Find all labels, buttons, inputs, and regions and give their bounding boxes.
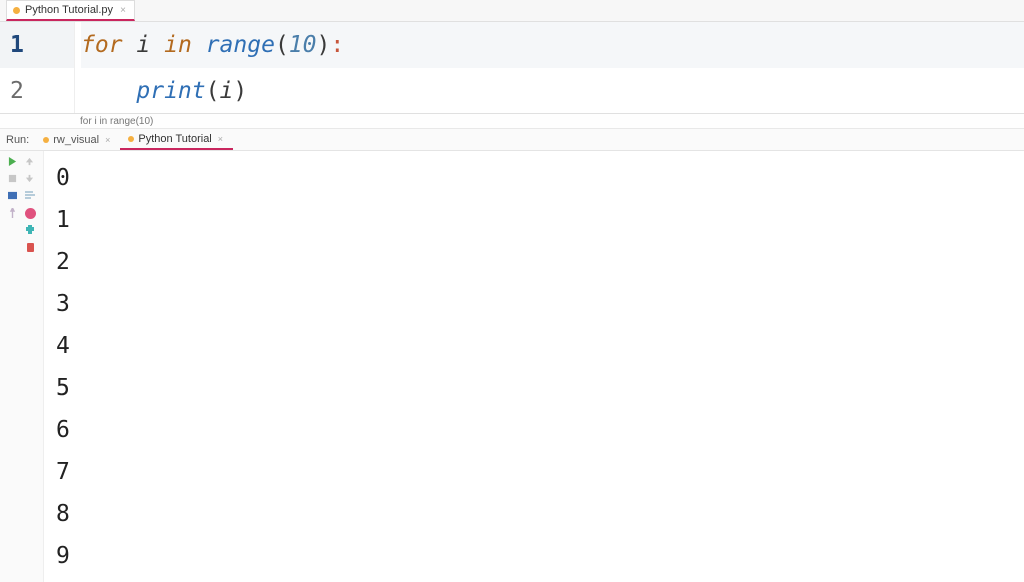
code-line[interactable]: print(i) bbox=[81, 68, 1024, 114]
close-icon[interactable]: × bbox=[118, 5, 128, 16]
output-line: 3 bbox=[56, 283, 1024, 325]
layout-icon[interactable] bbox=[8, 191, 19, 202]
run-tab-label: Python Tutorial bbox=[138, 133, 211, 145]
run-panel-header: Run: rw_visual × Python Tutorial × bbox=[0, 129, 1024, 151]
editor-tab-label: Python Tutorial.py bbox=[25, 4, 113, 16]
stop-icon[interactable] bbox=[8, 174, 19, 185]
pin-icon[interactable] bbox=[8, 208, 19, 219]
output-line: 1 bbox=[56, 199, 1024, 241]
output-line: 9 bbox=[56, 535, 1024, 577]
trash-icon[interactable] bbox=[27, 243, 34, 252]
run-tab-rw-visual[interactable]: rw_visual × bbox=[35, 129, 120, 150]
editor-tab[interactable]: Python Tutorial.py × bbox=[6, 0, 135, 21]
wrap-icon[interactable] bbox=[25, 191, 36, 202]
line-number: 1 bbox=[0, 22, 74, 68]
python-file-icon bbox=[128, 136, 134, 142]
close-icon[interactable]: × bbox=[216, 134, 225, 144]
output-line: 6 bbox=[56, 409, 1024, 451]
spacer-icon bbox=[10, 242, 21, 253]
line-gutter: 1 2 bbox=[0, 22, 75, 113]
output-line: 5 bbox=[56, 367, 1024, 409]
close-icon[interactable]: × bbox=[103, 135, 112, 145]
output-line: 7 bbox=[56, 451, 1024, 493]
python-file-icon bbox=[43, 137, 49, 143]
arrow-down-icon[interactable] bbox=[25, 174, 36, 185]
run-console-output[interactable]: 0 1 2 3 4 5 6 7 8 9 bbox=[44, 151, 1024, 582]
run-tab-python-tutorial[interactable]: Python Tutorial × bbox=[120, 129, 233, 150]
line-number: 2 bbox=[0, 68, 74, 114]
run-tab-label: rw_visual bbox=[53, 134, 99, 146]
print-icon[interactable] bbox=[25, 225, 36, 236]
run-panel-body: 0 1 2 3 4 5 6 7 8 9 bbox=[0, 151, 1024, 582]
run-label: Run: bbox=[0, 134, 35, 146]
record-icon[interactable] bbox=[25, 208, 36, 219]
code-block[interactable]: for i in range(10): print(i) bbox=[75, 22, 1024, 113]
code-editor[interactable]: 1 2 for i in range(10): print(i) bbox=[0, 22, 1024, 114]
editor-tab-bar: Python Tutorial.py × bbox=[0, 0, 1024, 22]
run-toolbar bbox=[0, 151, 44, 582]
output-line: 0 bbox=[56, 157, 1024, 199]
code-line[interactable]: for i in range(10): bbox=[81, 22, 1024, 68]
arrow-up-icon[interactable] bbox=[25, 157, 36, 168]
play-icon[interactable] bbox=[8, 157, 19, 168]
output-line: 4 bbox=[56, 325, 1024, 367]
python-file-icon bbox=[13, 7, 20, 14]
output-line: 2 bbox=[56, 241, 1024, 283]
output-line: 8 bbox=[56, 493, 1024, 535]
breadcrumb-text: for i in range(10) bbox=[80, 116, 153, 127]
breadcrumb[interactable]: for i in range(10) bbox=[0, 114, 1024, 129]
spacer-icon bbox=[8, 225, 19, 236]
